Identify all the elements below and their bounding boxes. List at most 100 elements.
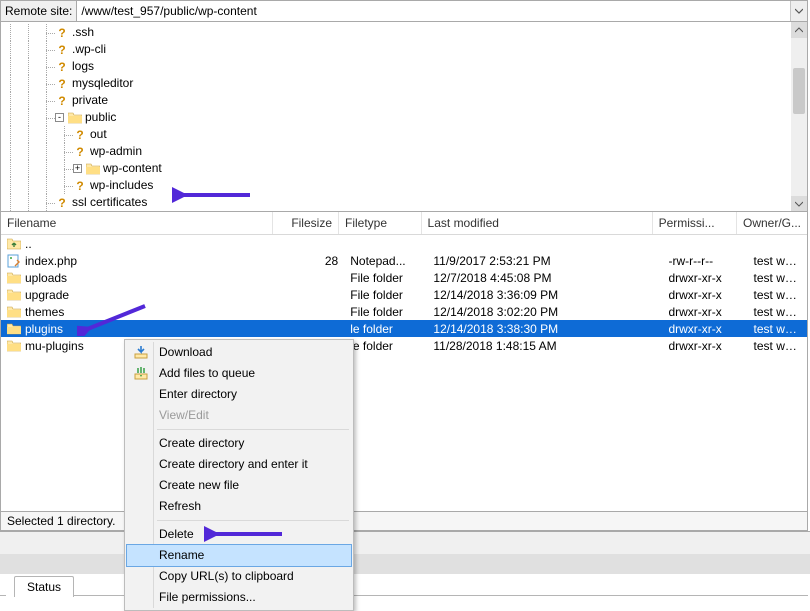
folder-icon [86,163,100,175]
tree-item-label: .wp-cli [72,41,106,58]
col-header-modified[interactable]: Last modified [422,212,653,234]
menu-item[interactable]: Create directory and enter it [127,454,351,475]
folder-icon [68,112,82,124]
collapse-icon[interactable]: - [55,113,64,122]
menu-item[interactable]: Add files to queue [127,363,351,384]
tree-item-label: private [72,92,108,109]
tree-item[interactable]: ?wp-includes [1,177,807,194]
col-header-permissions[interactable]: Permissi... [653,212,737,234]
file-modified: 11/28/2018 1:48:15 AM [427,339,662,353]
col-header-filetype[interactable]: Filetype [339,212,422,234]
file-modified: 12/14/2018 3:36:09 PM [427,288,662,302]
tree-item[interactable]: - public [1,109,807,126]
file-permissions: drwxr-xr-x [662,288,747,302]
list-row[interactable]: pluginsle folder12/14/2018 3:38:30 PMdrw… [1,320,807,337]
menu-item[interactable]: Rename [126,544,352,567]
tree-item[interactable]: ?out [1,126,807,143]
menu-separator [157,520,349,521]
file-modified: 12/14/2018 3:02:20 PM [427,305,662,319]
tree-item-label: public [85,109,116,126]
menu-item[interactable]: Download [127,342,351,363]
tree-item[interactable]: ?wp-admin [1,143,807,160]
folder-icon [7,271,21,285]
file-name: upgrade [25,288,69,302]
tree-item[interactable]: ?mysqleditor [1,75,807,92]
tree-item[interactable]: ?.ssh [1,24,807,41]
file-permissions: drwxr-xr-x [662,271,747,285]
remote-site-label: Remote site: [1,1,77,21]
unknown-folder-icon: ? [55,60,69,74]
notepad-file-icon [7,254,21,268]
folder-icon [7,288,21,302]
menu-item[interactable]: Enter directory [127,384,351,405]
menu-item-label: Copy URL(s) to clipboard [159,569,294,583]
tree-item[interactable]: ?ssl certificates [1,194,807,211]
unknown-folder-icon: ? [73,128,87,142]
tree-item[interactable]: ?.wp-cli [1,41,807,58]
file-owner: test ww... [748,339,807,353]
add-queue-icon [133,365,149,381]
list-row[interactable]: index.php28Notepad...11/9/2017 2:53:21 P… [1,252,807,269]
tree-item-label: mysqleditor [72,75,133,92]
file-type: File folder [344,288,427,302]
list-row[interactable]: mu-pluginsle folder11/28/2018 1:48:15 AM… [1,337,807,354]
menu-item[interactable]: Delete [127,524,351,545]
file-owner: test ww... [748,288,807,302]
menu-item[interactable]: Refresh [127,496,351,517]
tree-item-label: out [90,126,107,143]
chevron-down-icon [795,7,803,15]
unknown-folder-icon: ? [55,94,69,108]
list-row[interactable]: themesFile folder12/14/2018 3:02:20 PMdr… [1,303,807,320]
tree-item-label: .ssh [72,24,94,41]
tree-item-label: wp-includes [90,177,153,194]
remote-site-path[interactable]: /www/test_957/public/wp-content [77,1,790,21]
folder-icon [7,305,21,319]
list-row[interactable]: uploadsFile folder12/7/2018 4:45:08 PMdr… [1,269,807,286]
tab-status[interactable]: Status [14,576,74,597]
unknown-folder-icon: ? [73,179,87,193]
tree-item[interactable]: ?logs [1,58,807,75]
file-name: uploads [25,271,67,285]
tree-item-label: wp-content [103,160,162,177]
remote-site-dropdown[interactable] [790,1,807,21]
tree-scrollbar[interactable] [791,22,807,212]
tree-item-label: ssl certificates [72,194,147,211]
file-owner: test ww... [748,271,807,285]
file-permissions: -rw-r--r-- [662,254,747,268]
menu-item[interactable]: Copy URL(s) to clipboard [127,566,351,587]
col-header-filename[interactable]: Filename [1,212,273,234]
menu-separator [157,429,349,430]
file-name: .. [25,237,32,251]
list-row[interactable]: upgrade File folder12/14/2018 3:36:09 PMd… [1,286,807,303]
tree-item[interactable]: + wp-content [1,160,807,177]
tree-item-label: logs [72,58,94,75]
unknown-folder-icon: ? [55,43,69,57]
unknown-folder-icon: ? [73,145,87,159]
file-name: plugins [25,322,63,336]
menu-item-label: View/Edit [159,408,209,422]
col-header-owner[interactable]: Owner/G... [737,212,807,234]
file-modified: 11/9/2017 2:53:21 PM [427,254,662,268]
context-menu: Download Add files to queue Enter director… [124,339,354,611]
menu-item-label: Download [159,345,212,359]
file-permissions: drwxr-xr-x [662,339,747,353]
file-name: mu-plugins [25,339,84,353]
menu-item[interactable]: File permissions... [127,587,351,608]
file-modified: 12/14/2018 3:38:30 PM [427,322,662,336]
expand-icon[interactable]: + [73,164,82,173]
file-permissions: drwxr-xr-x [662,322,747,336]
col-header-filesize[interactable]: Filesize [273,212,339,234]
menu-item[interactable]: Create new file [127,475,351,496]
folder-icon [7,322,21,336]
menu-item-label: Enter directory [159,387,237,401]
menu-item-label: Rename [159,548,204,562]
file-owner: test ww... [748,322,807,336]
list-row[interactable]: .. [1,235,807,252]
file-size: 28 [278,254,344,268]
menu-item-label: Create new file [159,478,239,492]
status-text: Selected 1 directory. [7,514,116,528]
chevron-up-icon [795,26,803,34]
unknown-folder-icon: ? [55,77,69,91]
menu-item[interactable]: Create directory [127,433,351,454]
tree-item[interactable]: ?private [1,92,807,109]
